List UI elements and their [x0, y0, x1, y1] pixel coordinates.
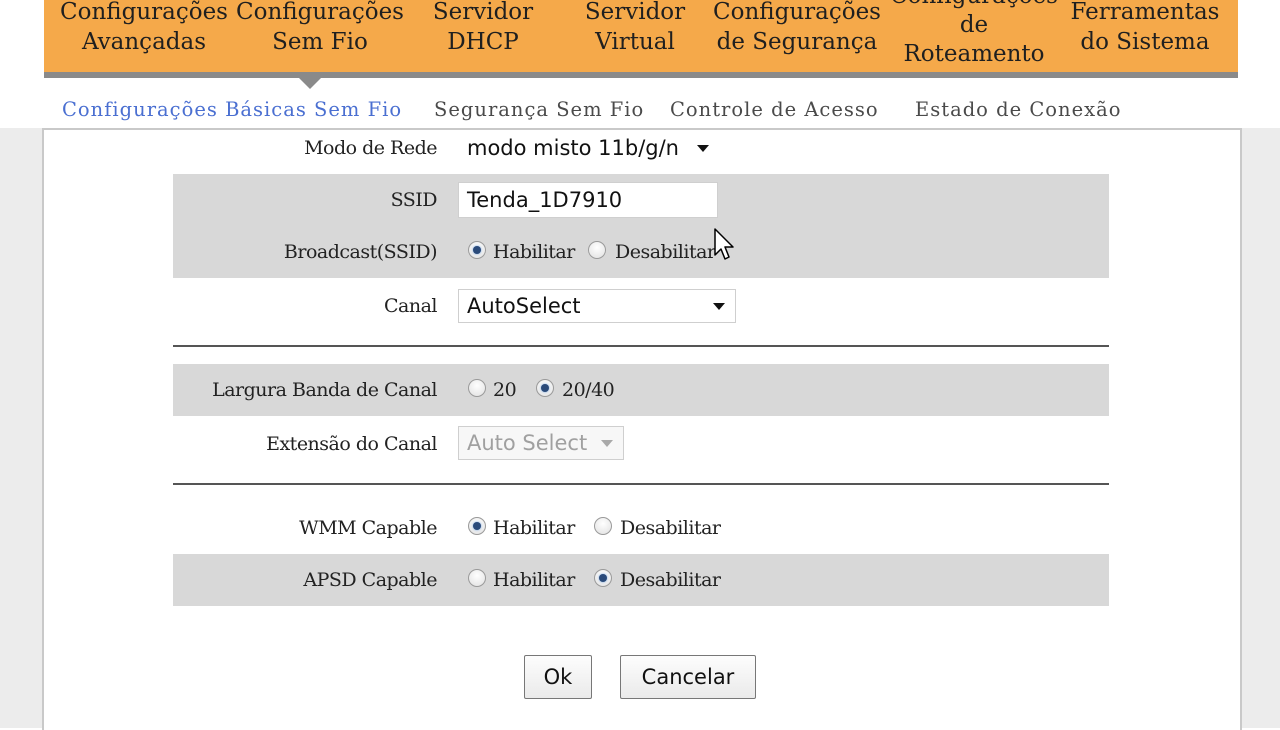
nav-label-line2: do Sistema [1080, 29, 1210, 55]
wmm-row: WMM Capable Habilitar Desabilitar [173, 502, 1109, 554]
network-mode-value: modo misto 11b/g/n [467, 136, 679, 160]
chevron-down-icon [713, 303, 725, 310]
nav-label-line3: Roteamento [903, 41, 1045, 67]
apsd-disable-label: Desabilitar [620, 569, 721, 591]
nav-label-line1: Configurações [886, 0, 1062, 11]
wmm-label: WMM Capable [299, 517, 437, 539]
nav-label-line1: Servidor [432, 0, 534, 25]
broadcast-enable-radio[interactable] [468, 241, 486, 259]
channel-label: Canal [383, 295, 438, 317]
nav-wireless-settings[interactable]: Configurações Sem Fio [232, 0, 408, 57]
network-mode-label: Modo de Rede [304, 137, 437, 159]
nav-advanced-settings[interactable]: Configurações Avançadas [56, 0, 232, 57]
nav-label-line2: Avançadas [81, 29, 207, 55]
broadcast-label: Broadcast(SSID) [283, 241, 438, 263]
chevron-down-icon [697, 145, 709, 152]
section-divider [173, 483, 1109, 485]
channel-extension-row: Extensão do Canal Auto Select [173, 418, 1109, 470]
tab-wireless-security[interactable]: Segurança Sem Fio [434, 98, 644, 121]
nav-label-line2: de Segurança [716, 29, 878, 55]
nav-label-line2: DHCP [447, 29, 519, 55]
wmm-enable-radio[interactable] [468, 517, 486, 535]
mouse-pointer-icon [714, 228, 734, 260]
bandwidth-20-radio[interactable] [468, 379, 486, 397]
nav-label-line1: Configurações [60, 0, 228, 25]
ssid-label: SSID [390, 189, 438, 211]
broadcast-enable-label: Habilitar [493, 241, 575, 263]
tab-basic-wireless[interactable]: Configurações Básicas Sem Fio [62, 98, 402, 121]
nav-label-line2: de [959, 12, 989, 38]
network-mode-select[interactable]: modo misto 11b/g/n [458, 133, 886, 163]
nav-label-line1: Ferramentas [1070, 0, 1220, 25]
wmm-disable-radio[interactable] [594, 517, 612, 535]
nav-system-tools[interactable]: Ferramentas do Sistema [1066, 0, 1224, 57]
nav-label-line1: Configurações [236, 0, 404, 25]
apsd-enable-radio[interactable] [468, 569, 486, 587]
bandwidth-2040-radio[interactable] [536, 379, 554, 397]
apsd-row: APSD Capable Habilitar Desabilitar [173, 554, 1109, 606]
wmm-enable-label: Habilitar [493, 517, 575, 539]
channel-row: Canal AutoSelect [173, 280, 1109, 332]
active-nav-pointer [298, 77, 322, 89]
broadcast-row: Broadcast(SSID) Habilitar Desabilitar [173, 226, 1109, 278]
cancel-button[interactable]: Cancelar [620, 655, 756, 699]
apsd-disable-radio[interactable] [594, 569, 612, 587]
broadcast-disable-label: Desabilitar [615, 241, 716, 263]
top-navigation: Configurações Avançadas Configurações Se… [44, 0, 1238, 78]
nav-label-line2: Virtual [595, 29, 675, 55]
section-divider [173, 345, 1109, 347]
nav-security-settings[interactable]: Configurações de Segurança [708, 0, 886, 57]
channel-value: AutoSelect [467, 294, 581, 318]
nav-virtual-server[interactable]: Servidor Virtual [566, 0, 704, 57]
network-mode-row: Modo de Rede modo misto 11b/g/n [173, 122, 1109, 174]
bandwidth-label: Largura Banda de Canal [212, 379, 437, 401]
chevron-down-icon [601, 440, 613, 447]
ssid-input[interactable]: Tenda_1D7910 [458, 182, 718, 218]
tab-access-control[interactable]: Controle de Acesso [670, 98, 879, 121]
apsd-label: APSD Capable [303, 569, 437, 591]
nav-label-line2: Sem Fio [272, 29, 368, 55]
nav-label-line1: Servidor [584, 0, 686, 25]
bandwidth-row: Largura Banda de Canal 20 20/40 [173, 364, 1109, 416]
nav-dhcp-server[interactable]: Servidor DHCP [414, 0, 552, 57]
bandwidth-20-label: 20 [493, 379, 517, 401]
nav-routing-settings[interactable]: Configurações de Roteamento [886, 0, 1062, 69]
ssid-row: SSID Tenda_1D7910 [173, 174, 1109, 226]
channel-extension-label: Extensão do Canal [266, 433, 437, 455]
channel-select[interactable]: AutoSelect [458, 289, 736, 323]
channel-extension-value: Auto Select [467, 431, 588, 455]
wmm-disable-label: Desabilitar [620, 517, 721, 539]
ok-button[interactable]: Ok [524, 655, 592, 699]
apsd-enable-label: Habilitar [493, 569, 575, 591]
page-background-left [0, 128, 42, 728]
broadcast-disable-radio[interactable] [588, 241, 606, 259]
channel-extension-select[interactable]: Auto Select [458, 426, 624, 460]
bandwidth-2040-label: 20/40 [562, 379, 615, 401]
nav-label-line1: Configurações [713, 0, 881, 25]
tab-connection-status[interactable]: Estado de Conexão [915, 98, 1121, 121]
page-background-right [1240, 128, 1280, 728]
